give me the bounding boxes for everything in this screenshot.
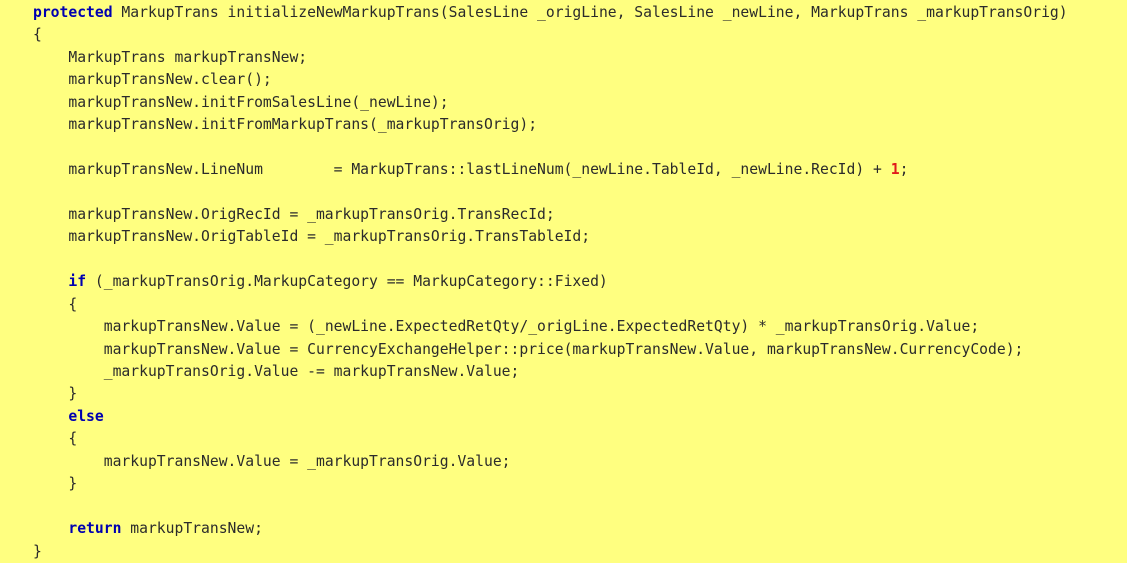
code-line: markupTransNew.initFromMarkupTrans(_mark…	[33, 114, 1068, 136]
code-line: if (_markupTransOrig.MarkupCategory == M…	[33, 271, 1068, 293]
code-text: MarkupTrans initializeNewMarkupTrans(Sal…	[112, 4, 1068, 21]
code-keyword: protected	[33, 4, 113, 21]
code-line: }	[33, 473, 1068, 495]
code-line: _markupTransOrig.Value -= markupTransNew…	[33, 361, 1068, 383]
code-keyword: else	[68, 407, 104, 425]
code-text: (_markupTransOrig.MarkupCategory == Mark…	[86, 273, 608, 291]
code-text: {	[33, 26, 42, 44]
code-text: markupTransNew.OrigTableId = _markupTran…	[68, 228, 591, 246]
code-line: markupTransNew.OrigTableId = _markupTran…	[33, 226, 1068, 248]
code-text: markupTransNew.Value = (_newLine.Expecte…	[103, 318, 980, 336]
code-snippet-surface: protected MarkupTrans initializeNewMarku…	[0, 0, 1127, 560]
code-text: {	[68, 430, 78, 448]
code-line: markupTransNew.Value = _markupTransOrig.…	[33, 451, 1068, 473]
code-text: markupTransNew.LineNum = MarkupTrans::la…	[68, 161, 891, 179]
code-line: markupTransNew.Value = CurrencyExchangeH…	[33, 339, 1068, 361]
code-text: MarkupTrans markupTransNew;	[68, 48, 308, 66]
code-text: markupTransNew.initFromMarkupTrans(_mark…	[68, 116, 538, 134]
code-text: markupTransNew.initFromSalesLine(_newLin…	[68, 93, 449, 111]
code-line: else	[33, 406, 1068, 428]
code-keyword: if	[68, 273, 87, 291]
code-text: ;	[899, 161, 909, 179]
code-line: {	[33, 294, 1068, 316]
code-block[interactable]: protected MarkupTrans initializeNewMarku…	[33, 2, 1068, 563]
code-line: }	[33, 541, 1068, 563]
code-text: _markupTransOrig.Value -= markupTransNew…	[103, 363, 520, 380]
code-line: markupTransNew.Value = (_newLine.Expecte…	[33, 316, 1068, 338]
code-line: return markupTransNew;	[33, 518, 1068, 540]
code-text: }	[33, 542, 42, 560]
code-number: 1	[890, 161, 900, 179]
code-text: }	[68, 475, 78, 493]
code-text: markupTransNew.Value = _markupTransOrig.…	[103, 452, 511, 470]
code-keyword: return	[68, 520, 122, 538]
code-text: markupTransNew.Value = CurrencyExchangeH…	[103, 340, 1024, 358]
code-line: {	[33, 24, 1068, 46]
code-line: protected MarkupTrans initializeNewMarku…	[33, 2, 1068, 24]
code-text: {	[68, 295, 78, 313]
code-text: }	[68, 385, 78, 403]
code-line: {	[33, 428, 1068, 450]
code-line: markupTransNew.LineNum = MarkupTrans::la…	[33, 159, 1068, 181]
code-line: markupTransNew.clear();	[33, 69, 1068, 91]
code-line: markupTransNew.initFromSalesLine(_newLin…	[33, 92, 1068, 114]
code-line: MarkupTrans markupTransNew;	[33, 47, 1068, 69]
code-line: markupTransNew.OrigRecId = _markupTransO…	[33, 204, 1068, 226]
code-text: markupTransNew.OrigRecId = _markupTransO…	[68, 205, 555, 223]
code-line: }	[33, 383, 1068, 405]
code-text: markupTransNew;	[121, 520, 263, 538]
code-text: markupTransNew.clear();	[68, 71, 272, 89]
